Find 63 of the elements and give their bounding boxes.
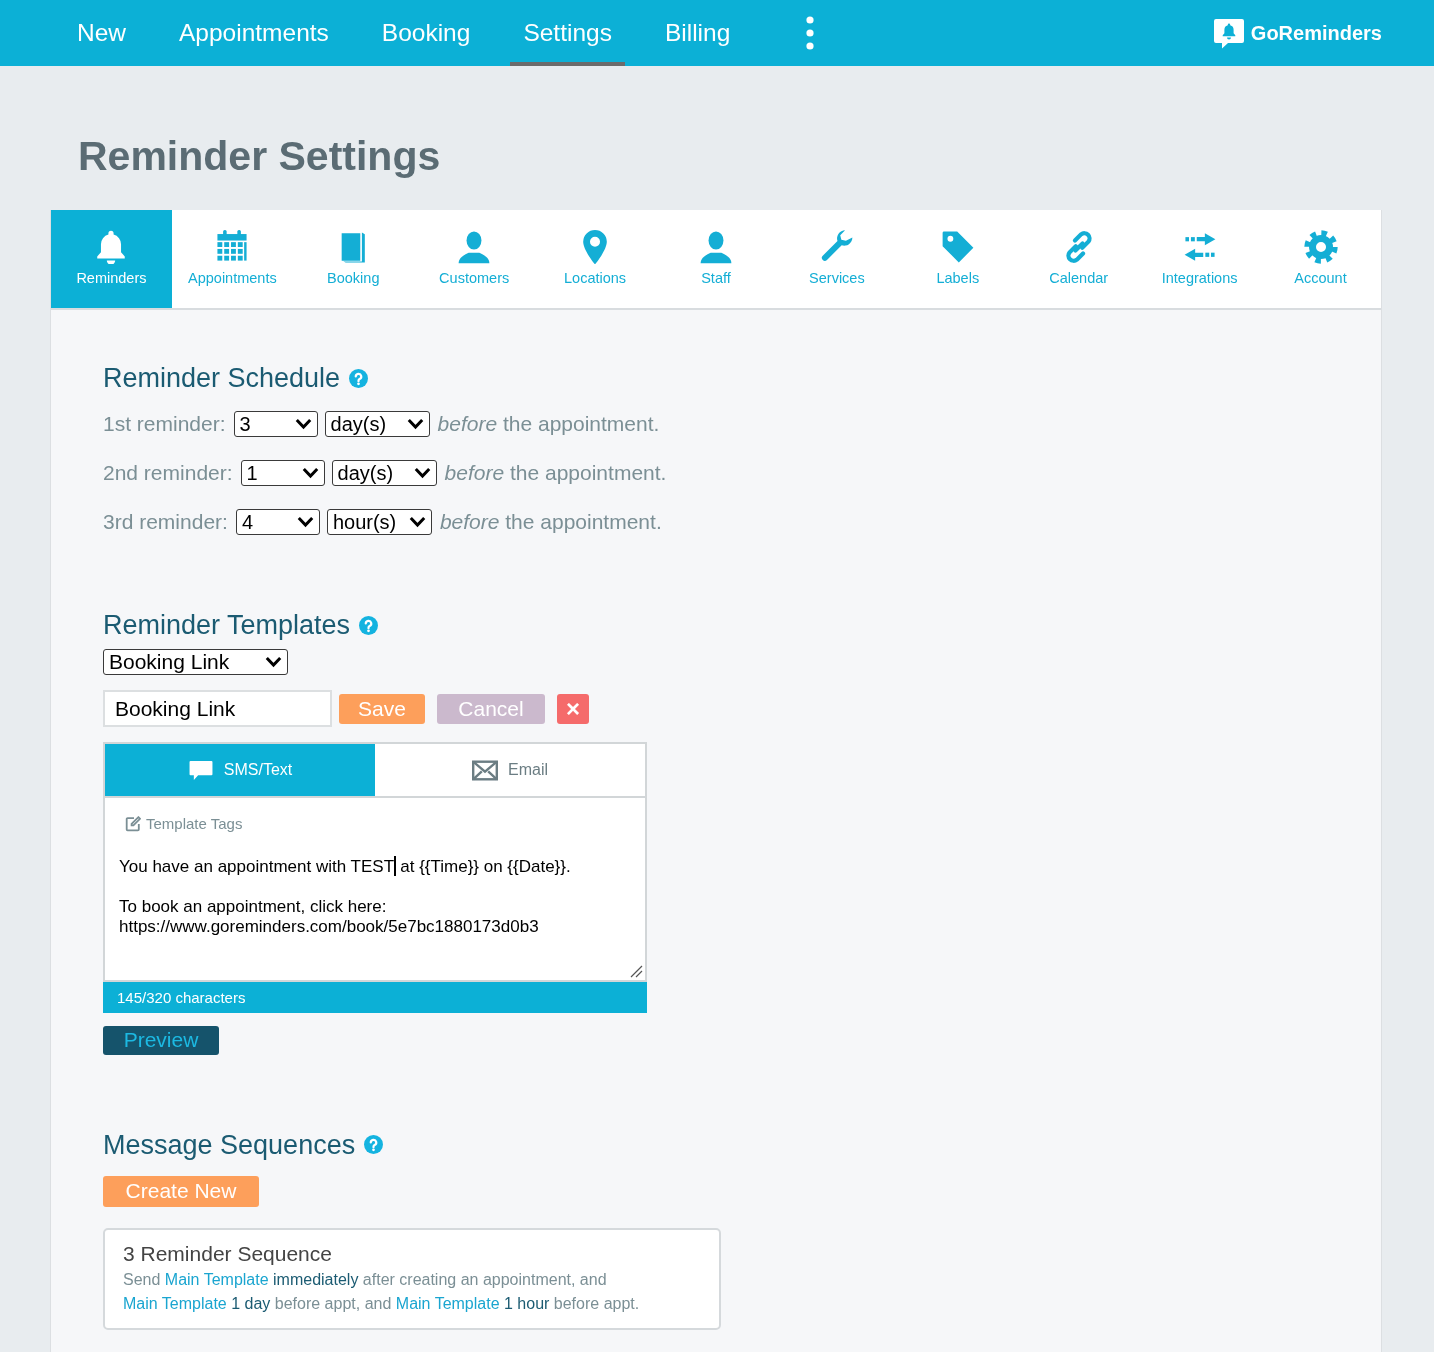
sequence-title: 3 Reminder Sequence [123, 1240, 333, 1267]
section-heading: Message Sequences [103, 1128, 356, 1162]
resize-grip-icon[interactable] [630, 964, 643, 978]
create-new-button[interactable]: Create New [103, 1175, 259, 1207]
amount-dropdown[interactable]: 1 [240, 460, 325, 486]
reminder-note: before the appointment. [437, 412, 660, 436]
template-link[interactable]: Main Template [164, 1270, 269, 1288]
character-counter: 145/320 characters [103, 981, 647, 1013]
person-icon [699, 230, 733, 264]
message-field[interactable]: You have an appointment with TEST at {{Time}} on {{Date}}. To book an appointment, click here: https://www.goreminders.com/book/5e7bc1880173d0b3 [119, 855, 645, 980]
template-link[interactable]: Main Template [123, 1294, 227, 1312]
template-tags-link[interactable]: Template Tags [125, 815, 243, 832]
amount-dropdown[interactable]: 4 [235, 509, 320, 535]
help-icon[interactable] [359, 615, 379, 635]
nav-link[interactable]: Settings [510, 0, 625, 66]
template-name-field[interactable]: Booking Link [103, 690, 332, 727]
delete-button[interactable]: × [557, 693, 589, 724]
chevron-down-icon [296, 516, 314, 528]
nav-link[interactable]: Billing [651, 0, 744, 66]
amount-dropdown[interactable]: 3 [233, 411, 318, 437]
reminder-note: before the appointment. [439, 510, 662, 534]
reminder-label: 1st reminder: [103, 412, 226, 436]
logo-icon[interactable] [1212, 17, 1245, 49]
sequence-description: Send Main Template immediately after creating an appointment, and Main Template 1 day before appt, and Main Template 1 hour before appt. [123, 1269, 641, 1314]
tag-icon [940, 230, 975, 264]
chevron-down-icon [413, 467, 431, 479]
reminder-label: 2nd reminder: [103, 461, 233, 485]
help-icon[interactable] [349, 368, 369, 388]
envelope-icon [472, 759, 498, 781]
edit-icon [125, 815, 141, 832]
page-title: Reminder Settings [78, 132, 442, 180]
unit-dropdown[interactable]: hour(s) [326, 509, 432, 535]
wrench-icon [819, 230, 854, 264]
sequence-card[interactable]: 3 Reminder Sequence Send Main Template immediately after creating an appointment, and Main Template 1 day before appt, and Main Template 1 hour before appt. [103, 1227, 721, 1330]
unit-dropdown[interactable]: day(s) [331, 460, 437, 486]
nav-link[interactable]: Appointments [166, 0, 342, 66]
template-link[interactable]: Main Template [395, 1294, 500, 1312]
chevron-down-icon [406, 418, 424, 430]
nav-link[interactable]: Booking [368, 0, 484, 66]
brand-name: GoReminders [1250, 21, 1382, 45]
section-heading: Reminder Schedule [103, 362, 341, 395]
nav-link[interactable]: New [64, 0, 139, 66]
chevron-down-icon [301, 467, 319, 479]
help-icon[interactable] [364, 1135, 384, 1154]
chevron-down-icon [265, 656, 282, 668]
unit-dropdown[interactable]: day(s) [324, 411, 430, 437]
gear-icon [1303, 230, 1338, 264]
reminder-note: before the appointment. [444, 461, 667, 485]
calendar-icon [215, 230, 250, 264]
save-button[interactable]: Save [339, 693, 425, 724]
settings-tab[interactable]: Reminders [51, 210, 172, 308]
text-cursor-icon [394, 855, 396, 876]
person-icon [457, 230, 492, 264]
chevron-down-icon [294, 418, 312, 430]
cancel-button[interactable]: Cancel [437, 693, 545, 724]
speech-bubble-icon [187, 759, 214, 781]
chevron-down-icon [408, 516, 426, 528]
more-menu-icon[interactable] [806, 16, 815, 50]
reminder-label: 3rd reminder: [103, 510, 228, 534]
preview-button[interactable]: Preview [103, 1025, 219, 1055]
message-type-tab[interactable]: SMS/Text [105, 744, 375, 796]
template-dropdown[interactable]: Booking Link [103, 649, 288, 675]
section-heading: Reminder Templates [103, 609, 351, 642]
